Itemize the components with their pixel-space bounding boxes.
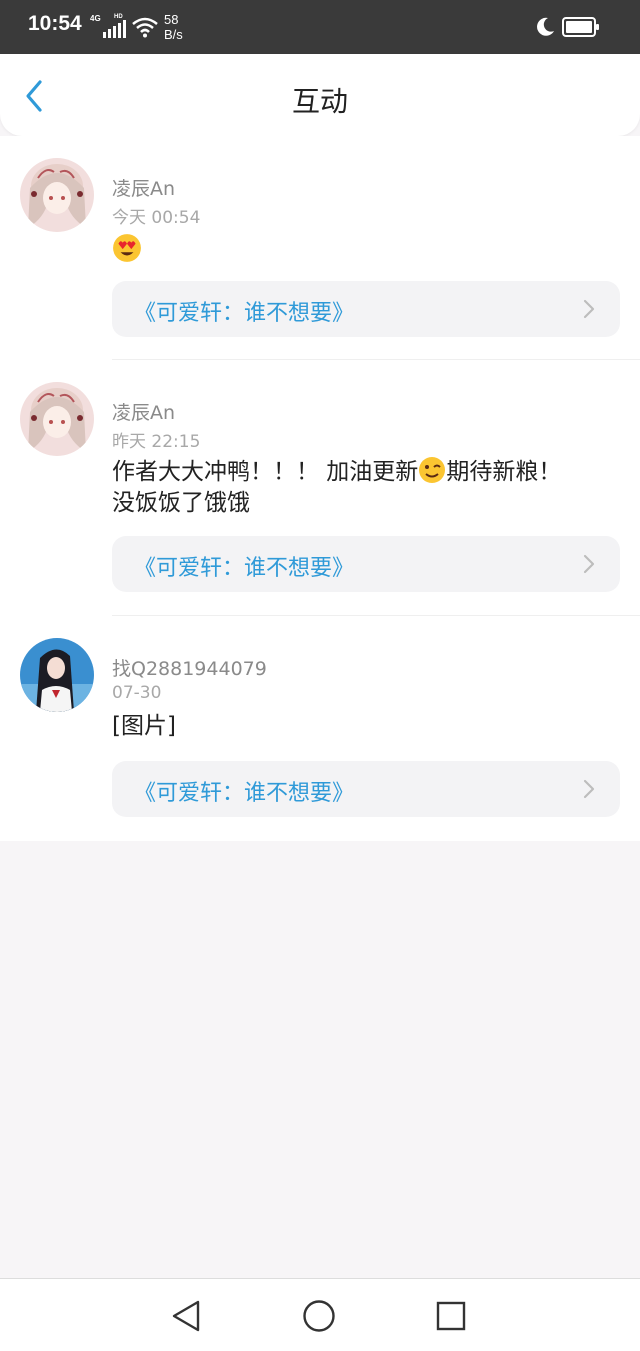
linked-work-title: 《可爱轩：谁不想要》 (134, 781, 355, 806)
avatar[interactable] (20, 158, 94, 232)
linked-work-title: 《可爱轩：谁不想要》 (134, 556, 355, 581)
interaction-item[interactable]: 凌辰An 昨天 22:15 作者大大冲鸭！！！ 加油更新 期待新粮！ 没饭饭了饿… (0, 360, 640, 616)
signal-icon (103, 20, 126, 38)
comment-content (112, 233, 612, 267)
wink-emoji-icon (419, 457, 446, 483)
timestamp: 07-30 (112, 683, 162, 703)
speed-value: 58 (164, 12, 179, 27)
wifi-icon (132, 17, 158, 38)
comment-content: [图片] (112, 713, 176, 739)
page-title: 互动 (291, 85, 348, 118)
username[interactable]: 凌辰An (112, 174, 175, 201)
interaction-list: 凌辰An 今天 00:54 《可爱轩：谁不想要》 凌辰An 昨天 22:15 作… (0, 136, 640, 841)
linked-work-card[interactable]: 《可爱轩：谁不想要》 (112, 761, 620, 817)
comment-text-part: 期待新粮！ (446, 459, 562, 485)
network-speed: 58 B/s (164, 12, 183, 42)
status-time: 10:54 (28, 12, 82, 35)
username[interactable]: 凌辰An (112, 398, 175, 425)
avatar[interactable] (20, 638, 94, 712)
system-navigation-bar (0, 1278, 640, 1351)
comment-text-part: 作者大大冲鸭！！！ 加油更新 (112, 459, 419, 485)
comment-text-part: 没饭饭了饿饿 (112, 490, 250, 516)
status-bar: 10:54 4G HD 58 B/s (0, 0, 640, 54)
heart-eyes-emoji-icon (113, 234, 141, 262)
chevron-right-icon (583, 299, 595, 319)
comment-content: 作者大大冲鸭！！！ 加油更新 期待新粮！ 没饭饭了饿饿 (112, 456, 612, 519)
username[interactable]: 找Q2881944079 (112, 654, 267, 681)
timestamp: 昨天 22:15 (112, 432, 201, 452)
linked-work-card[interactable]: 《可爱轩：谁不想要》 (112, 281, 620, 337)
interaction-item[interactable]: 找Q2881944079 07-30 [图片] 《可爱轩：谁不想要》 (0, 616, 640, 840)
battery-icon (562, 17, 599, 37)
timestamp: 今天 00:54 (112, 208, 201, 228)
interaction-item[interactable]: 凌辰An 今天 00:54 《可爱轩：谁不想要》 (0, 136, 640, 360)
chevron-right-icon (583, 779, 595, 799)
nav-recents-square-icon[interactable] (434, 1299, 468, 1333)
network-type-label: 4G (90, 14, 101, 23)
linked-work-card[interactable]: 《可爱轩：谁不想要》 (112, 536, 620, 592)
chevron-right-icon (583, 554, 595, 574)
avatar[interactable] (20, 382, 94, 456)
top-app-bar: 互动 (0, 54, 640, 136)
do-not-disturb-moon-icon (537, 17, 554, 36)
nav-home-circle-icon[interactable] (302, 1299, 336, 1333)
nav-back-triangle-icon[interactable] (170, 1299, 204, 1333)
speed-unit: B/s (164, 27, 183, 42)
linked-work-title: 《可爱轩：谁不想要》 (134, 301, 355, 326)
